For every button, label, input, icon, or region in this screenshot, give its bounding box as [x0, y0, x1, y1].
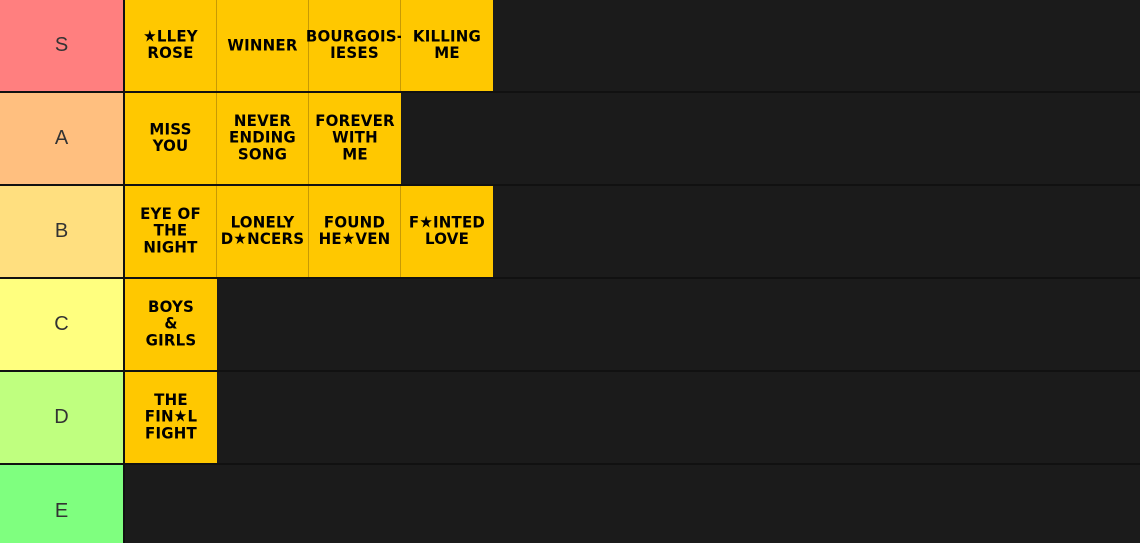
tier-item-tile[interactable]: NEVER ENDING SONG: [217, 93, 309, 184]
tier-item-label: FOREVER WITH ME: [315, 111, 395, 165]
tier-item-label: KILLING ME: [412, 26, 482, 63]
tiermaker-app: TIERMAKER S★LLEYROSEWINNERBOURGOIS-IESES…: [0, 0, 1140, 543]
tier-label-s[interactable]: S: [0, 0, 125, 91]
tier-item-tile[interactable]: EYE OF THE NIGHT: [125, 186, 217, 277]
tier-item-tile[interactable]: FOREVER WITH ME: [309, 93, 401, 184]
tier-row-e: E: [0, 465, 1140, 543]
tier-item-tile[interactable]: FOUND HE★VEN: [309, 186, 401, 277]
tier-item-label: FOUND HE★VEN: [318, 212, 391, 249]
tier-row-d: D THE FIN★L FIGHT: [0, 372, 1140, 465]
tier-items-c[interactable]: BOYS & GIRLS: [125, 279, 1140, 370]
tier-item-label: THE FIN★L FIGHT: [144, 390, 198, 444]
tier-item-label: LONELY D★NCERS: [220, 212, 305, 249]
tier-label-c[interactable]: C: [0, 279, 125, 370]
tier-item-tile[interactable]: ★LLEY ROSE: [125, 0, 217, 91]
tier-items-e[interactable]: [125, 465, 1140, 543]
tier-item-label: F★INTED LOVE: [408, 212, 486, 249]
tier-item-tile[interactable]: THE FIN★L FIGHT: [125, 372, 217, 463]
tier-items-d[interactable]: THE FIN★L FIGHT: [125, 372, 1140, 463]
tier-item-tile[interactable]: MISS YOU: [125, 93, 217, 184]
tier-items-s[interactable]: ★LLEY ROSE WINNER BOURGOIS- IESES KILLING ME: [125, 0, 1140, 91]
tier-item-tile[interactable]: LONELY D★NCERS: [217, 186, 309, 277]
tier-label-e[interactable]: E: [0, 465, 125, 543]
tier-label-b[interactable]: B: [0, 186, 125, 277]
tier-items-a[interactable]: MISS YOU NEVER ENDING SONG FOREVER WITH ME: [125, 93, 1140, 184]
tier-item-label: WINNER: [227, 35, 298, 55]
tier-item-label: EYE OF THE NIGHT: [140, 204, 201, 258]
tier-row-b: B EYE OF THE NIGHT LONELY D★NCERS FOUND HE★VEN F…: [0, 186, 1140, 279]
tier-item-label: BOURGOIS- IESES: [305, 26, 404, 63]
tier-label-d[interactable]: D: [0, 372, 125, 463]
tier-item-label: ★LLEY ROSE: [143, 26, 198, 63]
tier-item-label: NEVER ENDING SONG: [229, 111, 296, 165]
tier-label-a[interactable]: A: [0, 93, 125, 184]
tier-item-tile[interactable]: F★INTED LOVE: [401, 186, 493, 277]
tier-items-b[interactable]: EYE OF THE NIGHT LONELY D★NCERS FOUND HE★VEN F★…: [125, 186, 1140, 277]
tier-row-s: S ★LLEY ROSE WINNER BOURGOIS- IESES KILLING ME: [0, 0, 1140, 93]
tier-item-tile[interactable]: BOYS & GIRLS: [125, 279, 217, 370]
tier-row-a: A MISS YOU NEVER ENDING SONG FOREVER WITH ME: [0, 93, 1140, 186]
tier-item-tile[interactable]: BOURGOIS- IESES: [305, 0, 404, 91]
tier-item-tile[interactable]: KILLING ME: [401, 0, 493, 91]
tier-item-label: MISS YOU: [149, 119, 192, 156]
tier-item-label: BOYS & GIRLS: [145, 297, 197, 351]
tier-item-tile[interactable]: WINNER: [217, 0, 309, 91]
tier-list: S ★LLEY ROSE WINNER BOURGOIS- IESES KILLING ME A…: [0, 0, 1140, 543]
tier-row-c: C BOYS & GIRLS: [0, 279, 1140, 372]
